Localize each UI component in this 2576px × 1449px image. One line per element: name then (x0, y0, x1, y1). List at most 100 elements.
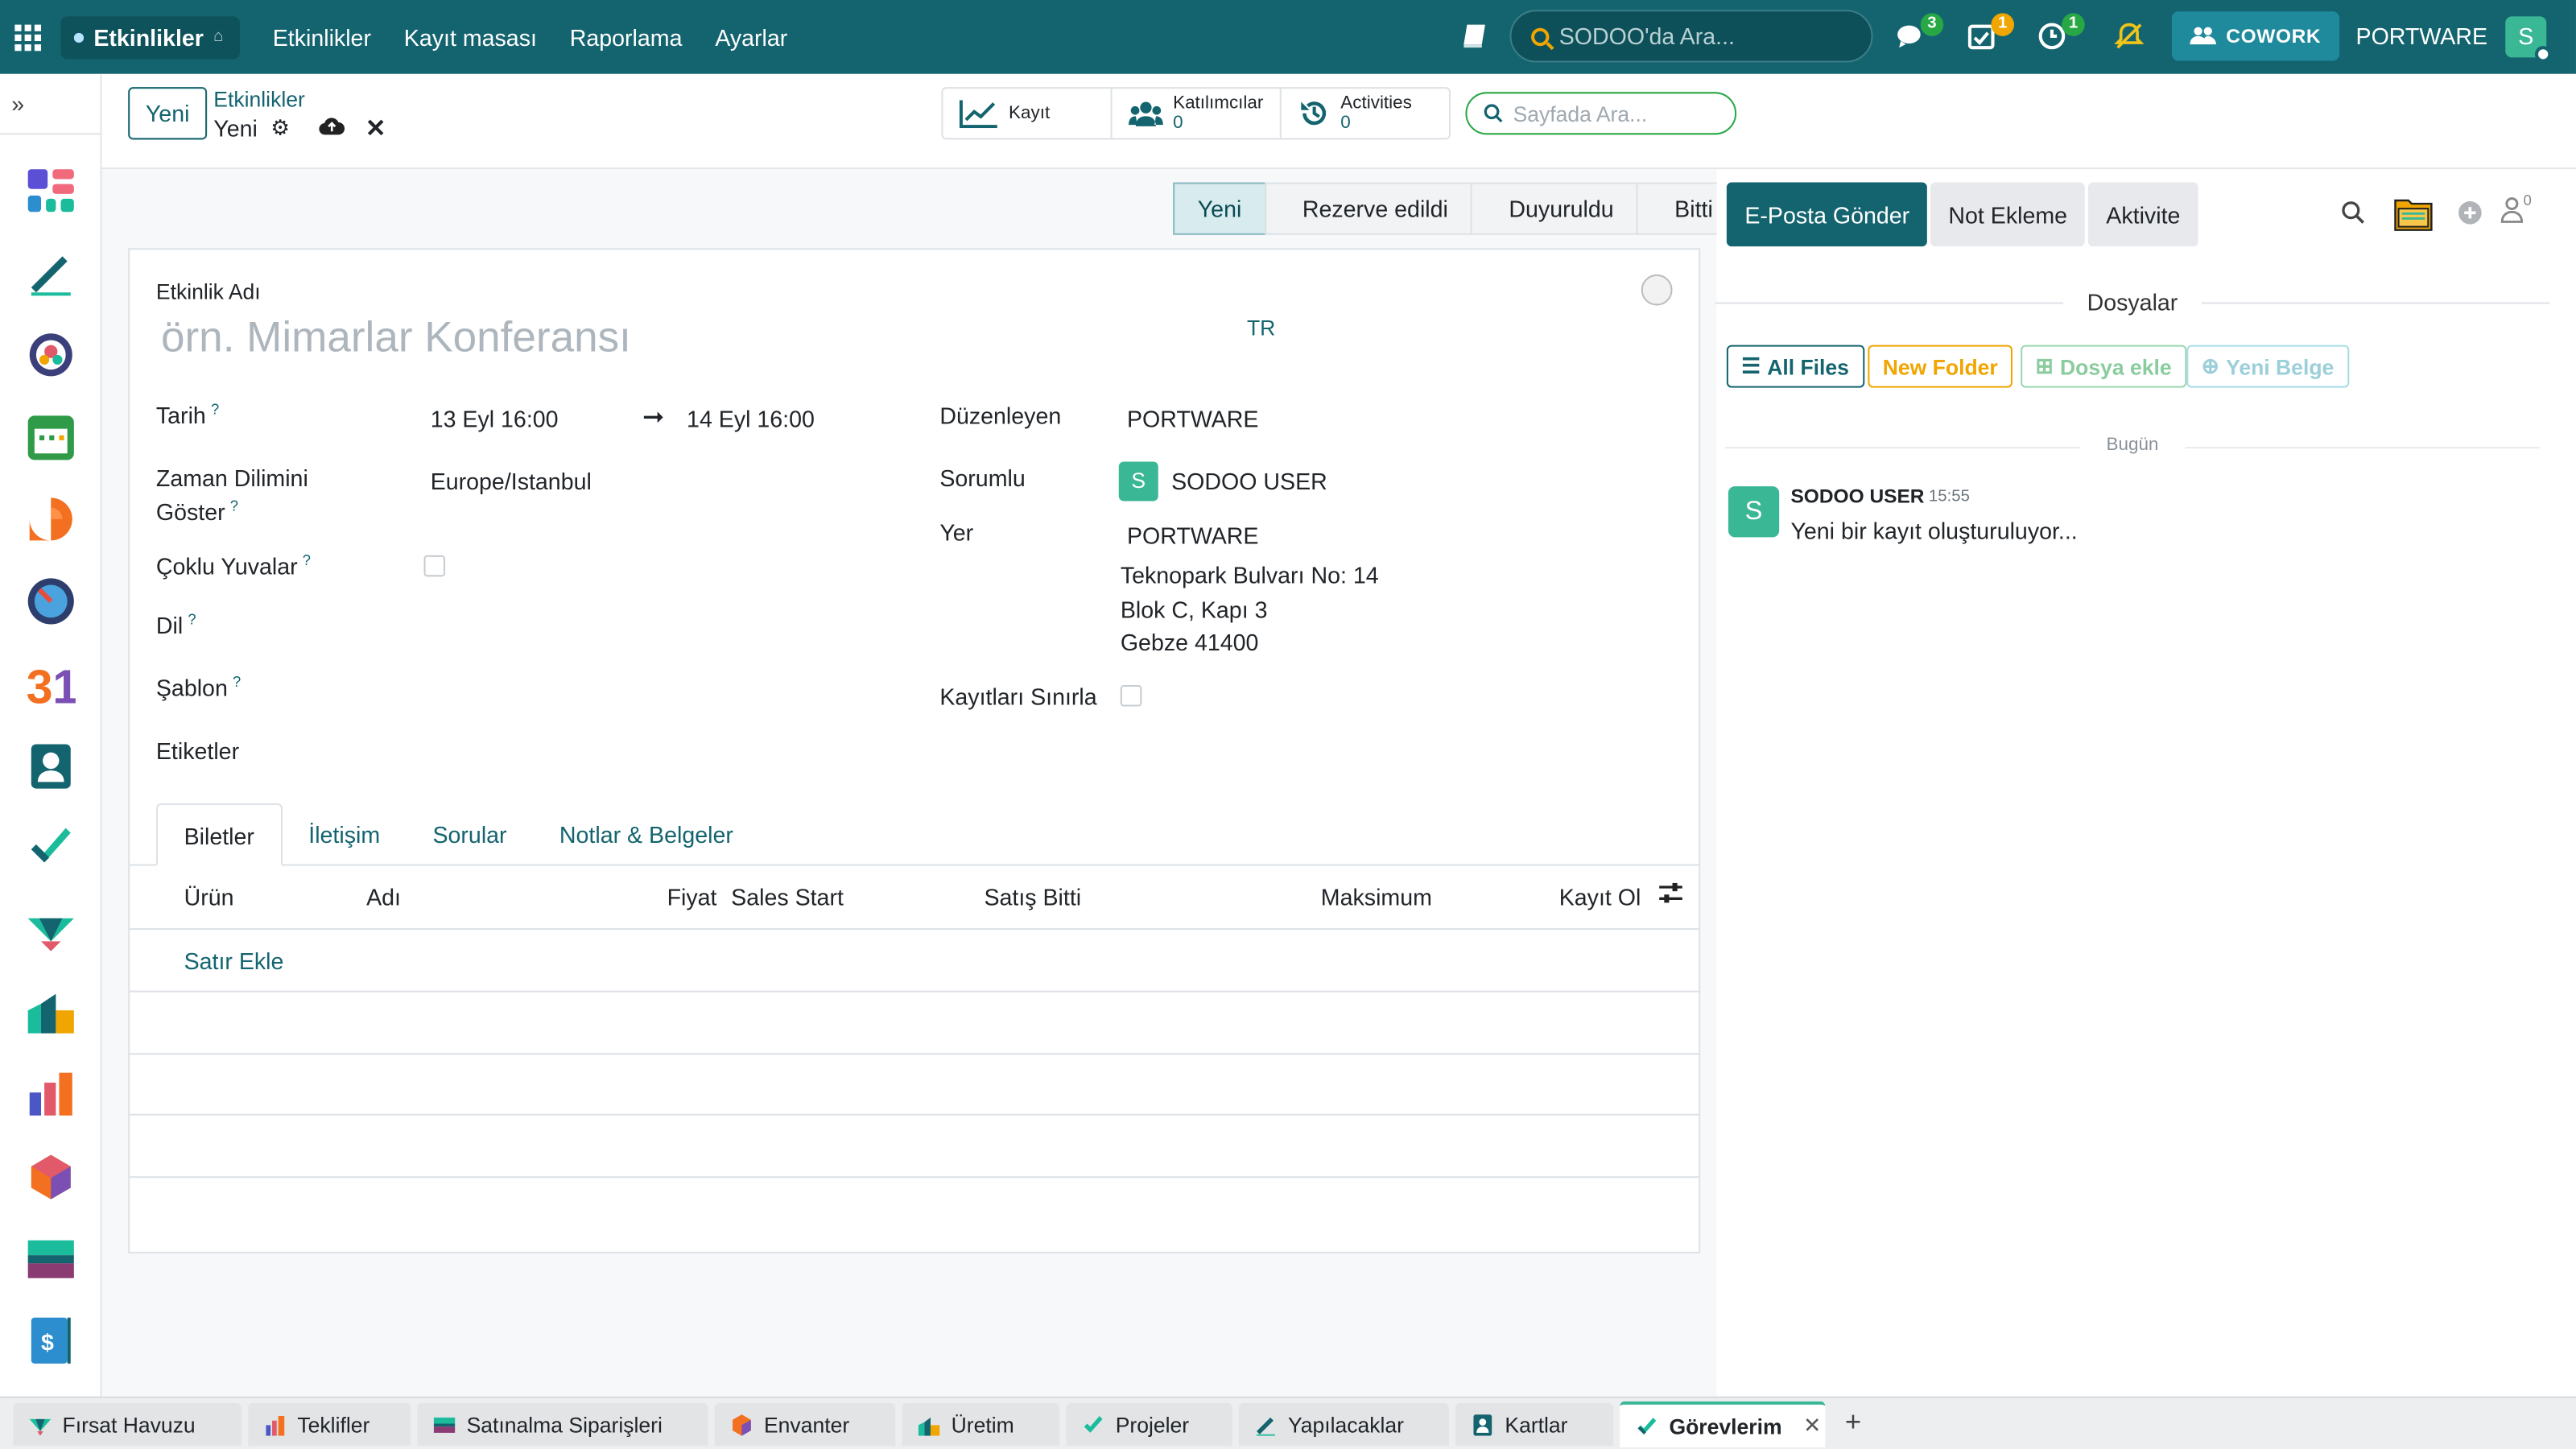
help-icon[interactable]: ? (188, 611, 196, 627)
tab-questions[interactable]: Sorular (407, 803, 533, 866)
column-registered[interactable]: Kayıt Ol (1559, 884, 1641, 910)
menu-item-reporting[interactable]: Raporlama (553, 24, 699, 51)
add-file-button[interactable]: ⊞ Dosya ekle (2021, 345, 2186, 388)
add-follower-plus-icon[interactable] (2458, 200, 2483, 233)
followers-button[interactable]: 0 (2500, 192, 2532, 224)
stage-booked[interactable]: Rezerve edildi (1264, 182, 1473, 235)
stage-new[interactable]: Yeni (1173, 182, 1266, 235)
timer-icon[interactable]: 1 (2032, 13, 2085, 54)
event-name-input[interactable]: örn. Mimarlar Konferansı (161, 312, 631, 363)
bottom-tab-inventory[interactable]: Envanter (714, 1402, 896, 1446)
sidebar-app-team-icon[interactable] (23, 327, 79, 382)
sidebar-app-purchase-icon[interactable] (23, 1231, 79, 1286)
venue-field[interactable]: PORTWARE (1127, 522, 1259, 549)
apps-menu-icon[interactable] (3, 0, 52, 74)
sidebar-app-calendar-icon[interactable] (23, 409, 79, 464)
timezone-field[interactable]: Europe/Istanbul (431, 469, 592, 495)
bottom-tab-manufacturing[interactable]: Üretim (902, 1402, 1060, 1446)
message-author-avatar[interactable]: S (1728, 486, 1780, 538)
column-product[interactable]: Ürün (184, 884, 234, 910)
help-icon[interactable]: ? (211, 401, 219, 417)
sidebar-app-tasks-icon[interactable] (23, 819, 79, 875)
tab-tickets[interactable]: Biletler (155, 803, 283, 866)
cloud-save-icon[interactable] (320, 115, 346, 142)
bottom-tab-projects[interactable]: Projeler (1066, 1402, 1232, 1446)
add-tab-plus-icon[interactable]: + (1845, 1406, 1861, 1439)
all-files-button[interactable]: ☰ All Files (1726, 345, 1864, 388)
sidebar-app-timesheet-icon[interactable] (23, 573, 79, 629)
page-search-input[interactable]: Sayfada Ara... (1465, 92, 1737, 135)
notifications-muted-icon[interactable] (2109, 18, 2149, 54)
sidebar-app-contacts-icon[interactable] (23, 737, 79, 793)
cowork-label: COWORK (2226, 24, 2322, 48)
help-icon[interactable]: ? (233, 674, 241, 690)
column-price[interactable]: Fiyat (667, 884, 717, 910)
bottom-tab-opportunities[interactable]: Fırsat Havuzu (13, 1402, 242, 1446)
bottom-tab-cards[interactable]: Kartlar (1455, 1402, 1614, 1446)
sidebar-app-manufacturing-icon[interactable] (23, 984, 79, 1039)
sidebar-app-expenses-icon[interactable]: $ (23, 1313, 79, 1368)
column-sales-end[interactable]: Satış Bitti (984, 884, 1081, 910)
add-line-link[interactable]: Satır Ekle (184, 948, 284, 975)
log-note-button[interactable]: Not Ekleme (1930, 182, 2086, 247)
app-brand[interactable]: Etkinlikler ⌂ (60, 15, 240, 59)
attachments-folder-icon[interactable] (2393, 196, 2433, 240)
new-folder-button[interactable]: New Folder (1868, 345, 2013, 388)
close-tab-icon[interactable]: ✕ (1803, 1413, 1821, 1439)
menu-item-registration-desk[interactable]: Kayıt masası (387, 24, 553, 51)
sidebar-app-inventory-icon[interactable] (23, 1149, 79, 1204)
sidebar-app-crm-icon[interactable] (23, 902, 79, 957)
stat-button-activities[interactable]: Activities 0 (1282, 89, 1449, 138)
new-document-button[interactable]: ⊕ Yeni Belge (2186, 345, 2349, 388)
kanban-state-icon[interactable] (1641, 274, 1673, 306)
cowork-button[interactable]: COWORK (2171, 11, 2339, 61)
tab-communication[interactable]: İletişim (283, 803, 407, 866)
tab-notes-documents[interactable]: Notlar & Belgeler (533, 803, 759, 866)
send-email-button[interactable]: E-Posta Gönder (1726, 182, 1928, 247)
stat-button-registrations[interactable]: Kayıt (943, 89, 1113, 138)
column-settings-sliders-icon[interactable] (1657, 882, 1684, 910)
message-author[interactable]: SODOO USER (1790, 485, 1924, 508)
gear-icon[interactable]: ⚙ (270, 115, 290, 142)
table-row (130, 993, 1701, 1055)
help-icon[interactable]: ? (230, 497, 238, 514)
home-icon[interactable]: ⌂ (213, 28, 223, 46)
multi-slots-checkbox[interactable] (423, 555, 446, 577)
stat-button-attendees[interactable]: Katılımcılar 0 (1113, 89, 1282, 138)
menu-item-events[interactable]: Etkinlikler (256, 24, 387, 51)
date-end-field[interactable]: 14 Eyl 16:00 (687, 406, 815, 432)
translate-lang-button[interactable]: TR (1247, 316, 1275, 341)
menu-item-settings[interactable]: Ayarlar (699, 24, 804, 51)
messages-icon[interactable]: 3 (1891, 13, 1944, 54)
bottom-tab-todo[interactable]: Yapılacaklar (1238, 1402, 1449, 1446)
crm-icon (29, 1418, 52, 1435)
breadcrumb-parent[interactable]: Etkinlikler (213, 87, 305, 112)
bottom-tab-purchase-orders[interactable]: Satınalma Siparişleri (417, 1402, 708, 1446)
column-name[interactable]: Adı (366, 884, 401, 910)
stage-announced[interactable]: Duyuruldu (1471, 182, 1639, 235)
help-icon[interactable]: ? (303, 552, 311, 568)
new-record-button[interactable]: Yeni (128, 87, 208, 140)
discard-close-icon[interactable]: ✕ (365, 114, 386, 143)
column-sales-start[interactable]: Sales Start (731, 884, 844, 910)
responsible-field[interactable]: S SODOO USER (1118, 461, 1327, 502)
limit-registrations-checkbox[interactable] (1120, 685, 1142, 707)
activity-button[interactable]: Aktivite (2087, 182, 2198, 247)
knowledge-book-icon[interactable] (1455, 18, 1495, 54)
sidebar-app-dashboard-icon[interactable] (23, 163, 79, 218)
user-avatar[interactable]: S (2505, 16, 2552, 63)
sidebar-app-discuss-icon[interactable] (23, 491, 79, 547)
bottom-tab-quotations[interactable]: Teklifler (248, 1402, 411, 1446)
column-maximum[interactable]: Maksimum (1321, 884, 1432, 910)
activities-icon[interactable]: 1 (1962, 13, 2015, 54)
sidebar-app-calendar-31-icon[interactable]: 31 (23, 655, 79, 711)
date-begin-field[interactable]: 13 Eyl 16:00 (431, 406, 559, 432)
bottom-tab-my-tasks[interactable]: Görevlerim ✕ (1620, 1401, 1826, 1447)
sidebar-expand-icon[interactable]: » (0, 74, 101, 135)
organizer-field[interactable]: PORTWARE (1127, 406, 1259, 432)
company-switcher[interactable]: PORTWARE (2356, 23, 2488, 50)
global-search-input[interactable]: SODOO'da Ara... (1509, 10, 1873, 63)
sidebar-app-todo-icon[interactable] (23, 245, 79, 300)
sidebar-app-quotations-icon[interactable] (23, 1066, 79, 1121)
chatter-search-icon[interactable] (2341, 200, 2366, 233)
